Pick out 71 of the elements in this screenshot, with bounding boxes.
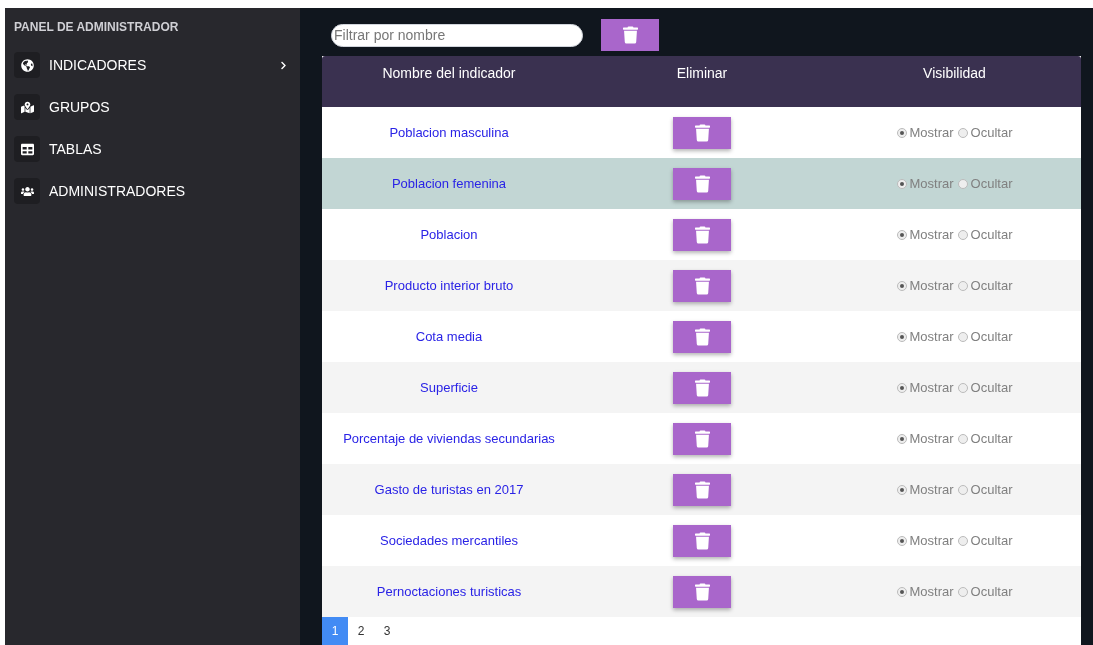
trash-icon — [694, 531, 710, 550]
trash-icon — [694, 276, 710, 295]
page-link[interactable]: 2 — [348, 617, 374, 645]
table-row[interactable]: Pernoctaciones turisticas Mostrar Ocultar — [322, 566, 1081, 617]
column-header: Eliminar — [676, 64, 728, 83]
visibility-radio[interactable]: Ocultar — [957, 122, 1013, 143]
visibility-radio[interactable]: Mostrar — [896, 428, 954, 449]
indicator-link[interactable]: Sociedades mercantiles — [380, 530, 518, 551]
visibility-radio[interactable]: Ocultar — [957, 275, 1013, 296]
visibility-radio[interactable]: Ocultar — [957, 428, 1013, 449]
indicator-link[interactable]: Cota media — [415, 326, 483, 347]
page-link[interactable]: 3 — [374, 617, 400, 645]
delete-button[interactable] — [673, 422, 731, 455]
visibility-radio[interactable]: Ocultar — [957, 326, 1013, 347]
visibility-radio[interactable]: Ocultar — [957, 224, 1013, 245]
map-icon — [20, 100, 34, 114]
table-row[interactable]: Superficie Mostrar Ocultar — [322, 362, 1081, 413]
trash-icon — [694, 327, 710, 346]
column-header: Nombre del indicador — [382, 64, 516, 83]
sidebar-item[interactable]: GRUPOS — [14, 86, 288, 128]
chevron-icon — [279, 60, 288, 70]
visibility-radio[interactable]: Mostrar — [896, 479, 954, 500]
sidebar-item[interactable]: INDICADORES — [14, 44, 288, 86]
delete-button[interactable] — [673, 116, 731, 149]
delete-button[interactable] — [673, 524, 731, 557]
indicator-link[interactable]: Superficie — [420, 377, 478, 398]
table-row[interactable]: Producto interior bruto Mostrar Ocultar — [322, 260, 1081, 311]
trash-icon — [694, 378, 710, 397]
trash-icon — [694, 480, 710, 499]
delete-button[interactable] — [673, 218, 731, 251]
sidebar-item[interactable]: ADMINISTRADORES — [14, 170, 288, 212]
users-icon — [20, 184, 34, 198]
delete-button[interactable] — [673, 575, 731, 608]
visibility-radio[interactable]: Ocultar — [957, 479, 1013, 500]
column-header: Visibilidad — [923, 64, 986, 83]
sidebar-item[interactable]: TABLAS — [14, 128, 288, 170]
delete-button[interactable] — [673, 167, 731, 200]
indicator-link[interactable]: Pernoctaciones turisticas — [376, 581, 522, 602]
globe-icon — [20, 58, 34, 72]
trash-icon — [694, 174, 710, 193]
trash-icon — [694, 123, 710, 142]
visibility-radio[interactable]: Mostrar — [896, 530, 954, 551]
trash-icon — [694, 429, 710, 448]
sidebar-title: PANEL DE ADMINISTRADOR — [14, 19, 180, 36]
visibility-radio[interactable]: Ocultar — [957, 377, 1013, 398]
visibility-radio[interactable]: Mostrar — [896, 377, 954, 398]
indicator-link[interactable]: Poblacion masculina — [389, 122, 509, 143]
visibility-radio[interactable]: Ocultar — [957, 530, 1013, 551]
visibility-radio[interactable]: Ocultar — [957, 581, 1013, 602]
indicator-link[interactable]: Poblacion — [420, 224, 478, 245]
indicator-link[interactable]: Producto interior bruto — [384, 275, 514, 296]
indicator-link[interactable]: Porcentaje de viviendas secundarias — [343, 428, 555, 449]
delete-button[interactable] — [673, 371, 731, 404]
delete-button[interactable] — [673, 473, 731, 506]
table-row[interactable]: Gasto de turistas en 2017 Mostrar Ocultar — [322, 464, 1081, 515]
delete-button[interactable] — [601, 19, 659, 51]
visibility-radio[interactable]: Mostrar — [896, 224, 954, 245]
trash-icon — [694, 582, 710, 601]
delete-button[interactable] — [673, 269, 731, 302]
delete-button[interactable] — [673, 320, 731, 353]
visibility-radio[interactable]: Mostrar — [896, 122, 954, 143]
indicator-link[interactable]: Poblacion femenina — [391, 173, 507, 194]
visibility-radio[interactable]: Mostrar — [896, 275, 954, 296]
visibility-radio[interactable]: Mostrar — [896, 326, 954, 347]
indicator-link[interactable]: Gasto de turistas en 2017 — [374, 479, 524, 500]
table-row[interactable]: Poblacion femenina Mostrar Ocultar — [322, 158, 1081, 209]
trash-icon — [622, 26, 638, 44]
trash-icon — [694, 225, 710, 244]
table-icon — [20, 142, 34, 156]
visibility-radio[interactable]: Mostrar — [896, 581, 954, 602]
filter-field[interactable]: Filtrar por nombre — [331, 23, 583, 47]
